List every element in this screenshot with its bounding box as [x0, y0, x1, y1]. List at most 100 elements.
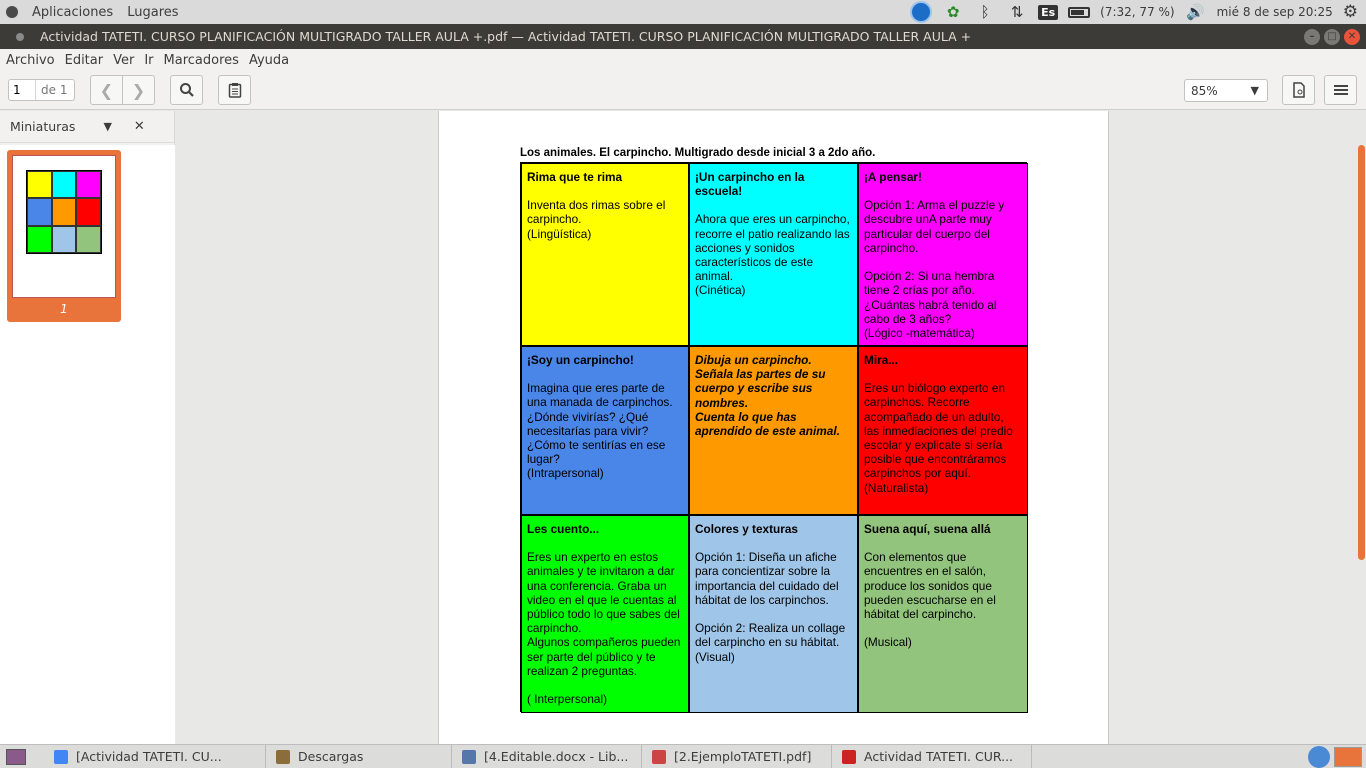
workspace-switcher[interactable] — [1334, 746, 1362, 767]
chrome-icon — [54, 749, 68, 764]
document-view[interactable]: Los animales. El carpincho. Multigrado d… — [176, 111, 1356, 744]
menu-ayuda[interactable]: Ayuda — [249, 53, 289, 68]
pdf-page: Los animales. El carpincho. Multigrado d… — [438, 111, 1109, 744]
scrollbar-thumb[interactable] — [1358, 145, 1365, 560]
thumb-cell — [76, 171, 101, 199]
thumb-cell — [27, 198, 52, 226]
thumbnail-page-number: 1 — [60, 302, 68, 316]
cell-pensar: ¡A pensar! Opción 1: Arma el puzzle y des… — [858, 163, 1028, 346]
menu-archivo[interactable]: Archivo — [6, 53, 55, 68]
cell-heading: Colores y texturas — [695, 522, 798, 536]
activity-grid: Rima que te rima Inventa dos rimas sobre … — [520, 162, 1028, 713]
cell-body: Con elementos que encuentres en el salón… — [864, 550, 996, 650]
main-menu-button[interactable] — [1324, 75, 1357, 105]
cell-heading: Mira... — [864, 353, 899, 367]
thumbnail-grid — [26, 170, 102, 254]
cell-heading: Suena aquí, suena allá — [864, 522, 991, 536]
top-panel: Aplicaciones Lugares ✿ ᛒ ⇅ Es (7:32, 77 … — [0, 0, 1366, 24]
system-logo-icon[interactable] — [6, 6, 18, 18]
sidebar-header: Miniaturas ▼ ✕ — [0, 111, 174, 143]
cell-heading: Rima que te rima — [527, 170, 623, 184]
cell-colores: Colores y texturas Opción 1: Diseña un af… — [689, 515, 858, 713]
window-title: Actividad TATETI. CURSO PLANIFICACIÓN MU… — [40, 29, 972, 44]
zoom-value: 85% — [1191, 83, 1218, 98]
taskbar-item-downloads[interactable]: Descargas — [266, 744, 452, 768]
taskbar-item-chrome[interactable]: [Actividad TATETI. CU... — [44, 744, 266, 768]
bluetooth-icon[interactable]: ᛒ — [974, 2, 996, 22]
menu-marcadores[interactable]: Marcadores — [164, 53, 239, 68]
page-count: de 1 — [35, 80, 67, 100]
updates-icon[interactable]: ✿ — [942, 2, 964, 22]
page-number-input[interactable] — [9, 80, 35, 100]
thumb-cell — [27, 225, 52, 253]
taskbar-item-label: [Actividad TATETI. CU... — [76, 749, 222, 764]
zoom-select[interactable]: 85% ▼ — [1184, 79, 1268, 102]
close-sidebar-icon[interactable]: ✕ — [134, 119, 145, 134]
document-icon — [462, 749, 476, 764]
network-transfer-icon[interactable]: ⇅ — [1006, 2, 1028, 22]
thumb-cell — [51, 198, 77, 226]
taskbar-item-label: [2.EjemploTATETI.pdf] — [674, 749, 812, 764]
show-desktop-icon[interactable] — [6, 748, 26, 765]
network-status-icon[interactable] — [910, 1, 933, 23]
pdf-icon — [842, 749, 856, 764]
toolbar: de 1 ❮ ❯ 85% ▼ — [0, 71, 1366, 110]
previous-page-button[interactable]: ❮ — [90, 75, 123, 105]
search-button[interactable] — [170, 75, 203, 105]
page-thumbnail[interactable]: 1 — [7, 150, 121, 322]
document-icon — [1292, 82, 1305, 98]
cell-heading: Dibuja un carpincho. Señala las partes d… — [695, 353, 840, 439]
clipboard-icon — [228, 83, 241, 98]
cell-body: Opción 1: Diseña un afiche para concient… — [695, 550, 846, 664]
thumb-cell — [76, 225, 101, 253]
chevron-down-icon[interactable]: ▼ — [103, 120, 111, 133]
folder-icon — [276, 749, 290, 764]
keyboard-layout-indicator[interactable]: Es — [1038, 4, 1059, 20]
chevron-left-icon: ❮ — [99, 80, 114, 100]
taskbar-item-pdf-ejemplo[interactable]: [2.EjemploTATETI.pdf] — [642, 744, 832, 768]
cell-heading: ¡Soy un carpincho! — [527, 353, 634, 367]
minimize-button[interactable]: – — [1304, 28, 1320, 45]
volume-icon[interactable]: 🔊 — [1185, 2, 1207, 22]
settings-gear-icon[interactable]: ⚙ — [1343, 2, 1358, 22]
thumbnail-preview — [12, 155, 116, 298]
applications-menu[interactable]: Aplicaciones — [32, 5, 113, 20]
menu-editar[interactable]: Editar — [65, 53, 104, 68]
maximize-button[interactable]: □ — [1324, 28, 1340, 45]
page-selector: de 1 — [8, 79, 75, 101]
battery-status[interactable]: (7:32, 77 %) — [1100, 5, 1174, 19]
battery-icon[interactable] — [1068, 6, 1091, 18]
chevron-down-icon: ▼ — [1250, 84, 1259, 97]
sidebar-title[interactable]: Miniaturas — [10, 119, 75, 134]
image-icon — [652, 749, 666, 764]
taskbar-item-docx[interactable]: [4.Editable.docx - Lib... — [452, 744, 642, 768]
browser-launcher-icon[interactable] — [1308, 745, 1330, 768]
close-button[interactable]: ✕ — [1344, 28, 1360, 45]
cell-les-cuento: Les cuento... Eres un experto en estos an… — [521, 515, 689, 713]
thumb-cell — [51, 225, 77, 253]
menu-ver[interactable]: Ver — [113, 53, 134, 68]
clock[interactable]: mié 8 de sep 20:25 — [1217, 5, 1333, 19]
chevron-right-icon: ❯ — [131, 80, 146, 100]
taskbar: [Actividad TATETI. CU... Descargas [4.Ed… — [0, 744, 1366, 768]
page-mode-button[interactable] — [1282, 75, 1315, 105]
cell-body: Ahora que eres un carpincho, recorre el … — [695, 212, 850, 298]
document-title: Los animales. El carpincho. Multigrado d… — [520, 147, 876, 159]
annotations-button[interactable] — [218, 75, 251, 105]
search-icon — [179, 83, 194, 97]
window-title-bar[interactable]: Actividad TATETI. CURSO PLANIFICACIÓN MU… — [0, 24, 1366, 49]
places-menu[interactable]: Lugares — [127, 5, 178, 20]
sidebar: Miniaturas ▼ ✕ 1 — [0, 111, 175, 744]
next-page-button[interactable]: ❯ — [122, 75, 155, 105]
menu-bar: Archivo Editar Ver Ir Marcadores Ayuda — [0, 49, 1366, 71]
taskbar-item-pdf-active[interactable]: Actividad TATETI. CUR... — [832, 744, 1032, 768]
hamburger-menu-icon — [1333, 85, 1348, 95]
menu-ir[interactable]: Ir — [144, 53, 153, 68]
cell-heading: Les cuento... — [527, 522, 600, 536]
window-menu-icon[interactable] — [16, 32, 24, 41]
cell-body: Opción 1: Arma el puzzle y descubre unA … — [864, 198, 1005, 341]
cell-mira: Mira... Eres un biólogo experto en carpin… — [858, 346, 1028, 515]
cell-heading: ¡Un carpincho en la escuela! — [695, 170, 805, 199]
cell-soy-carpincho: ¡Soy un carpincho! Imagina que eres parte… — [521, 346, 689, 515]
cell-rima: Rima que te rima Inventa dos rimas sobre … — [521, 163, 689, 346]
